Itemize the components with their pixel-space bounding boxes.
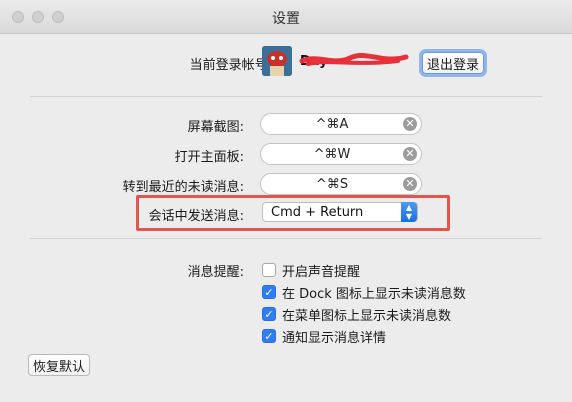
- checkbox-dock-badge[interactable]: ✓ 在 Dock 图标上显示未读消息数: [262, 284, 466, 302]
- checkbox-message-details[interactable]: ✓ 通知显示消息详情: [262, 328, 387, 346]
- section-divider: [30, 238, 542, 239]
- shortcut-label-main-panel: 打开主面板:: [174, 150, 244, 165]
- notifications-label: 消息提醒:: [187, 265, 244, 280]
- clear-icon[interactable]: ✕: [403, 147, 417, 161]
- shortcut-field-unread[interactable]: ^⌘S ✕: [260, 173, 422, 195]
- clear-icon[interactable]: ✕: [403, 177, 417, 191]
- clear-icon[interactable]: ✕: [403, 117, 417, 131]
- restore-defaults-button[interactable]: 恢复默认: [28, 354, 90, 376]
- shortcut-label-screenshot: 屏幕截图:: [187, 120, 244, 135]
- shortcut-field-screenshot[interactable]: ^⌘A ✕: [260, 113, 422, 135]
- window-title: 设置: [272, 11, 300, 27]
- logout-button[interactable]: 退出登录: [422, 52, 484, 74]
- checkbox-sound-alert[interactable]: 开启声音提醒: [262, 262, 361, 280]
- shortcut-label-unread: 转到最近的未读消息:: [122, 180, 244, 195]
- checkbox-label: 通知显示消息详情: [282, 330, 387, 346]
- avatar: [262, 46, 292, 76]
- username: Day: [300, 54, 328, 69]
- shortcut-value: ^⌘W: [313, 147, 351, 162]
- shortcut-value: ^⌘S: [315, 177, 349, 192]
- checkmark-icon[interactable]: ✓: [262, 307, 276, 321]
- title-bar: 设置: [0, 0, 572, 34]
- checkbox-label: 在 Dock 图标上显示未读消息数: [282, 286, 466, 302]
- shortcut-field-main-panel[interactable]: ^⌘W ✕: [260, 143, 422, 165]
- shortcut-value: ^⌘A: [315, 117, 349, 132]
- send-message-select[interactable]: Cmd + Return ▲ ▼: [262, 202, 418, 222]
- checkbox-menu-badge[interactable]: ✓ 在菜单图标上显示未读消息数: [262, 306, 452, 324]
- updown-chevron-icon: ▲ ▼: [401, 202, 417, 222]
- section-divider: [30, 96, 542, 97]
- checkbox-label: 在菜单图标上显示未读消息数: [282, 308, 452, 324]
- account-label: 当前登录帐号:: [189, 58, 272, 73]
- checkmark-icon[interactable]: ✓: [262, 285, 276, 299]
- avatar-image: [262, 46, 292, 76]
- checkmark-icon[interactable]: ✓: [262, 329, 276, 343]
- send-message-value: Cmd + Return: [271, 205, 364, 220]
- send-message-label: 会话中发送消息:: [148, 209, 244, 224]
- checkbox-label: 开启声音提醒: [282, 264, 361, 280]
- checkbox[interactable]: [262, 263, 276, 277]
- settings-window: 设置 当前登录帐号: Day 退出登录 屏幕截图: ^⌘A ✕ 打开主面板: ^…: [0, 0, 572, 402]
